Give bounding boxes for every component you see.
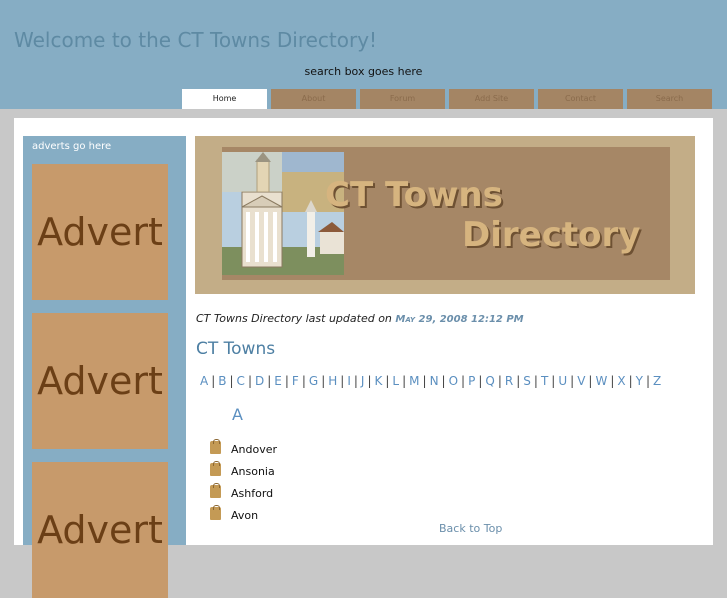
search-placeholder-note: search box goes here — [304, 65, 423, 78]
alphabet-separator: | — [229, 374, 234, 388]
alphabet-link-t[interactable]: T — [541, 374, 548, 388]
last-updated-label: CT Towns Directory last updated on — [196, 312, 396, 325]
alphabet-link-c[interactable]: C — [237, 374, 245, 388]
alphabet-separator: | — [533, 374, 538, 388]
nav-tab-search[interactable]: Search — [627, 89, 712, 109]
alphabet-link-g[interactable]: G — [309, 374, 318, 388]
alphabet-link-u[interactable]: U — [558, 374, 567, 388]
nav-tab-contact[interactable]: Contact — [538, 89, 623, 109]
banner-inner: CT Towns Directory — [222, 147, 670, 280]
alphabet-link-a[interactable]: A — [200, 374, 208, 388]
list-item: Avon — [210, 504, 258, 527]
nav-tab-forum[interactable]: Forum — [360, 89, 445, 109]
site-header: Welcome to the CT Towns Directory! searc… — [0, 0, 727, 109]
list-item: Ansonia — [210, 460, 275, 483]
folder-icon — [210, 438, 221, 454]
alphabet-separator: | — [367, 374, 372, 388]
alphabet-link-k[interactable]: K — [375, 374, 383, 388]
alphabet-link-h[interactable]: H — [328, 374, 337, 388]
alphabet-separator: | — [422, 374, 427, 388]
alphabet-separator: | — [570, 374, 575, 388]
list-item: Andover — [210, 438, 277, 461]
alphabet-separator: | — [402, 374, 407, 388]
alphabet-link-r[interactable]: R — [505, 374, 513, 388]
alphabet-link-z[interactable]: Z — [653, 374, 661, 388]
alphabet-link-w[interactable]: W — [595, 374, 607, 388]
alphabet-separator: | — [628, 374, 633, 388]
alphabet-separator: | — [385, 374, 390, 388]
alphabet-separator: | — [646, 374, 651, 388]
alphabet-link-v[interactable]: V — [577, 374, 585, 388]
alphabet-link-x[interactable]: X — [617, 374, 625, 388]
banner-title-line2: Directory — [462, 215, 641, 255]
alphabet-link-n[interactable]: N — [430, 374, 439, 388]
last-updated-date: May 29, 2008 12:12 PM — [395, 314, 524, 325]
folder-icon — [210, 460, 221, 476]
letter-heading: A — [232, 405, 243, 424]
alphabet-link-e[interactable]: E — [274, 374, 282, 388]
alphabet-link-m[interactable]: M — [409, 374, 419, 388]
alphabet-link-s[interactable]: S — [523, 374, 531, 388]
banner-title-line1: CT Towns — [325, 175, 503, 215]
last-updated: CT Towns Directory last updated on May 2… — [196, 312, 524, 325]
list-item: Ashford — [210, 482, 273, 505]
alphabet-separator: | — [321, 374, 326, 388]
alphabet-link-p[interactable]: P — [468, 374, 475, 388]
advert-sidebar: adverts go here Advert Advert Advert — [23, 136, 186, 598]
section-title: CT Towns — [196, 339, 276, 359]
alphabet-link-d[interactable]: D — [255, 374, 264, 388]
alphabet-separator: | — [211, 374, 216, 388]
alphabet-separator: | — [267, 374, 272, 388]
nav-tab-add-site[interactable]: Add Site — [449, 89, 534, 109]
folder-icon — [210, 482, 221, 498]
back-to-top-link[interactable]: Back to Top — [439, 522, 502, 535]
alphabet-index: A | B | C | D | E | F | G | H | I | J | K | L | M | N | O | P | Q | R | S | T |… — [200, 374, 700, 388]
advert-note: adverts go here — [32, 141, 112, 152]
nav-tab-about[interactable]: About — [271, 89, 356, 109]
alphabet-link-q[interactable]: Q — [485, 374, 494, 388]
alphabet-separator: | — [497, 374, 502, 388]
alphabet-separator: | — [551, 374, 556, 388]
town-link[interactable]: Andover — [231, 443, 277, 456]
alphabet-link-l[interactable]: L — [392, 374, 399, 388]
alphabet-separator: | — [340, 374, 345, 388]
town-link[interactable]: Ansonia — [231, 465, 275, 478]
alphabet-separator: | — [461, 374, 466, 388]
alphabet-separator: | — [441, 374, 446, 388]
alphabet-separator: | — [610, 374, 615, 388]
alphabet-link-b[interactable]: B — [218, 374, 226, 388]
advert-slot-1[interactable]: Advert — [32, 164, 168, 300]
alphabet-separator: | — [353, 374, 358, 388]
alphabet-separator: | — [516, 374, 521, 388]
alphabet-link-j[interactable]: J — [361, 374, 365, 388]
advert-slot-2[interactable]: Advert — [32, 313, 168, 449]
alphabet-separator: | — [301, 374, 306, 388]
alphabet-link-i[interactable]: I — [347, 374, 351, 388]
alphabet-link-f[interactable]: F — [292, 374, 299, 388]
alphabet-separator: | — [247, 374, 252, 388]
town-link[interactable]: Avon — [231, 509, 258, 522]
town-link[interactable]: Ashford — [231, 487, 273, 500]
alphabet-separator: | — [478, 374, 483, 388]
nav-tab-home[interactable]: Home — [182, 89, 267, 109]
alphabet-separator: | — [588, 374, 593, 388]
folder-icon — [210, 504, 221, 520]
advert-slot-3[interactable]: Advert — [32, 462, 168, 598]
alphabet-separator: | — [284, 374, 289, 388]
alphabet-link-y[interactable]: Y — [636, 374, 643, 388]
alphabet-link-o[interactable]: O — [449, 374, 458, 388]
site-title: Welcome to the CT Towns Directory! — [14, 28, 378, 52]
site-banner: CT Towns Directory — [195, 136, 695, 294]
